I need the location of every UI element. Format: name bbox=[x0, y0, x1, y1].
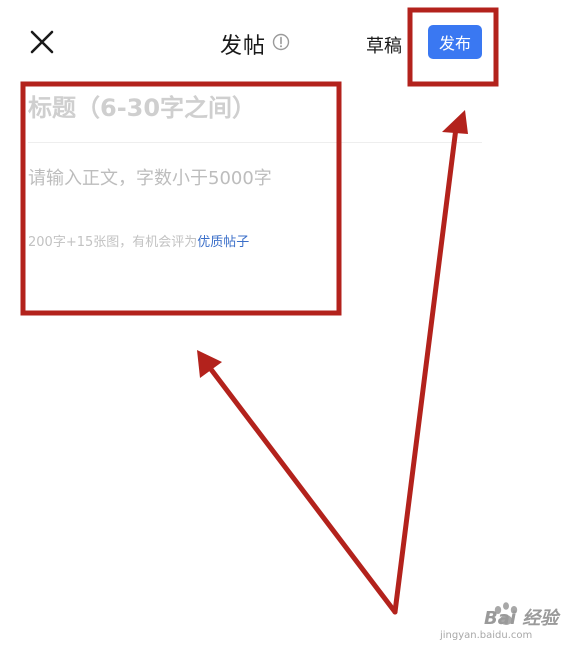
quality-hint: 200字+15张图，有机会评为优质帖子 bbox=[28, 231, 249, 250]
arrow-head-publish bbox=[442, 110, 468, 134]
close-icon bbox=[30, 30, 54, 54]
title-input[interactable] bbox=[28, 90, 328, 126]
draft-button[interactable]: 草稿 bbox=[366, 32, 402, 58]
watermark-text: Bai 经验 bbox=[484, 608, 559, 629]
top-bar: 发帖 草稿 发布 bbox=[0, 0, 564, 86]
close-button[interactable] bbox=[26, 26, 58, 58]
divider bbox=[28, 142, 482, 143]
arrow-line-form bbox=[207, 365, 398, 615]
arrow-line-publish bbox=[392, 125, 459, 615]
page-title: 发帖 bbox=[220, 34, 267, 59]
publish-button[interactable]: 发布 bbox=[428, 25, 482, 59]
info-icon[interactable] bbox=[272, 33, 290, 51]
hint-text: 200字+15张图，有机会评为 bbox=[28, 235, 198, 250]
quality-post-link[interactable]: 优质帖子 bbox=[197, 235, 249, 250]
watermark-url: jingyan.baidu.com bbox=[440, 630, 533, 641]
arrow-head-form bbox=[197, 350, 222, 378]
body-input[interactable] bbox=[28, 163, 338, 193]
